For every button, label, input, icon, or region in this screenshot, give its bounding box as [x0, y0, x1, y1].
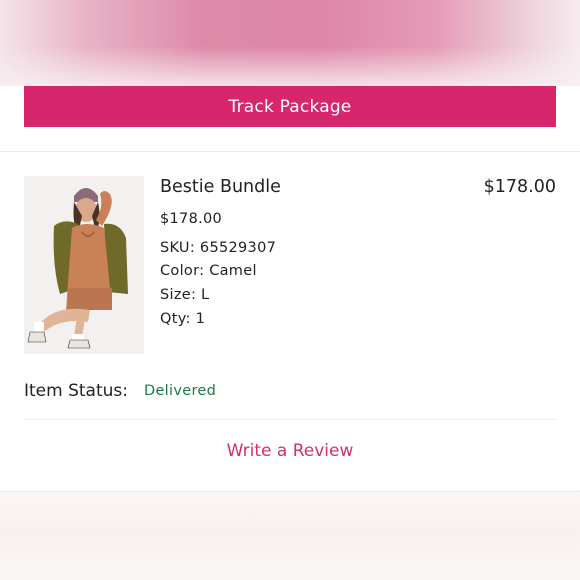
blurred-footer-area: [0, 492, 580, 580]
color-text: Color: Camel: [160, 263, 257, 279]
unit-price: $178.00: [160, 211, 223, 227]
section-divider: [0, 151, 580, 152]
qty-text: Qty: 1: [160, 311, 206, 327]
item-status-label: Item Status:: [24, 381, 129, 401]
line-total-price: $178.00: [483, 177, 556, 197]
size-text: Size: L: [160, 287, 210, 303]
item-status-value: Delivered: [144, 383, 217, 399]
sku-text: SKU: 65529307: [160, 240, 277, 256]
blurred-header-area: [0, 0, 580, 86]
track-package-button[interactable]: Track Package: [24, 86, 556, 127]
write-review-link[interactable]: Write a Review: [0, 441, 580, 461]
product-name[interactable]: Bestie Bundle: [160, 177, 281, 197]
status-divider: [24, 419, 556, 420]
product-image[interactable]: [24, 176, 144, 354]
product-photo-icon: [24, 176, 144, 354]
